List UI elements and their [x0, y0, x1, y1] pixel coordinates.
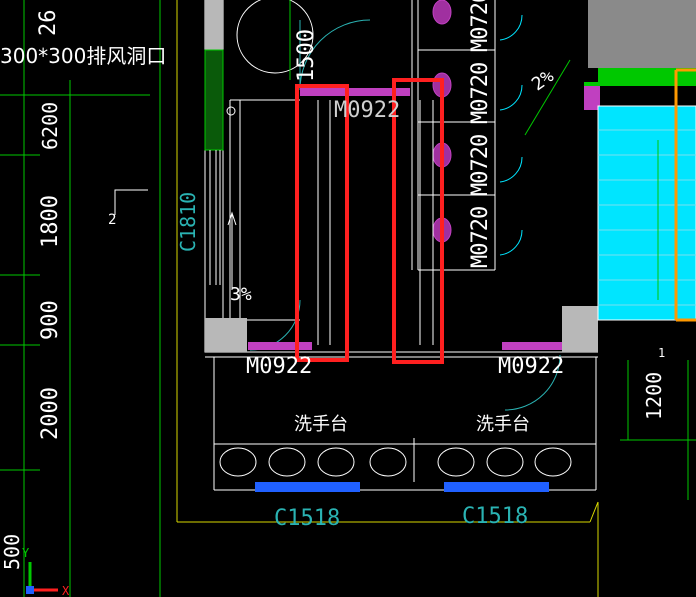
ucs-axis-icon: [26, 562, 58, 594]
window-c1518-left-label: C1518: [274, 506, 341, 531]
highlight-box-left[interactable]: [295, 84, 349, 362]
section-mark: [114, 189, 148, 215]
dim-2000: 2000: [38, 387, 63, 440]
door-m0720-label: M0720: [468, 206, 493, 268]
door-openings: [248, 86, 600, 350]
window-c1518-right: [444, 482, 549, 492]
slope-left-label: 3%: [230, 284, 252, 305]
dim-900: 900: [38, 300, 63, 340]
window-c1518-left: [255, 482, 360, 492]
window-c1810: [204, 49, 224, 285]
wash-basins: [219, 438, 572, 482]
wall-block-top-right: [588, 0, 696, 68]
stair-block: [584, 68, 696, 322]
floor-plan-drawing: [0, 0, 696, 597]
dim-1200: 1200: [642, 371, 666, 420]
dim-500-left: 500: [0, 533, 24, 570]
column-right: [562, 306, 598, 352]
door-bottom-left-label: M0922: [246, 354, 313, 379]
section-mark-label: 2: [108, 212, 117, 228]
dim-26: 26: [36, 9, 61, 37]
vent-label: 300*300排风洞口: [0, 44, 167, 68]
slope-arrow-left: [227, 211, 237, 290]
door-m0720-label-4: M0720: [468, 0, 493, 52]
dim-6200: 6200: [38, 101, 62, 150]
axis-y-label: Y: [22, 546, 30, 560]
door-top-label: M0922: [334, 98, 401, 123]
mark-1-label: 1: [658, 346, 666, 360]
dim-1500: 1500: [294, 29, 319, 82]
cad-viewport[interactable]: 300*300排风洞口 26 6200 1800 900 2000 500 15…: [0, 0, 696, 597]
left-dimension-lines: [0, 0, 161, 597]
door-m0720-label-2: M0720: [468, 134, 493, 196]
door-m0720-label-3: M0720: [468, 62, 493, 124]
sink-right-label: 洗手台: [476, 414, 530, 435]
wall-top-left: [205, 0, 223, 50]
axis-x-label: X: [62, 584, 70, 597]
window-c1810-label: C1810: [176, 191, 200, 252]
window-c1518-right-label: C1518: [462, 504, 529, 529]
sink-left-label: 洗手台: [294, 414, 348, 435]
door-bottom-right-label: M0922: [498, 354, 565, 379]
dim-1800: 1800: [38, 195, 63, 248]
column-left: [205, 318, 247, 352]
